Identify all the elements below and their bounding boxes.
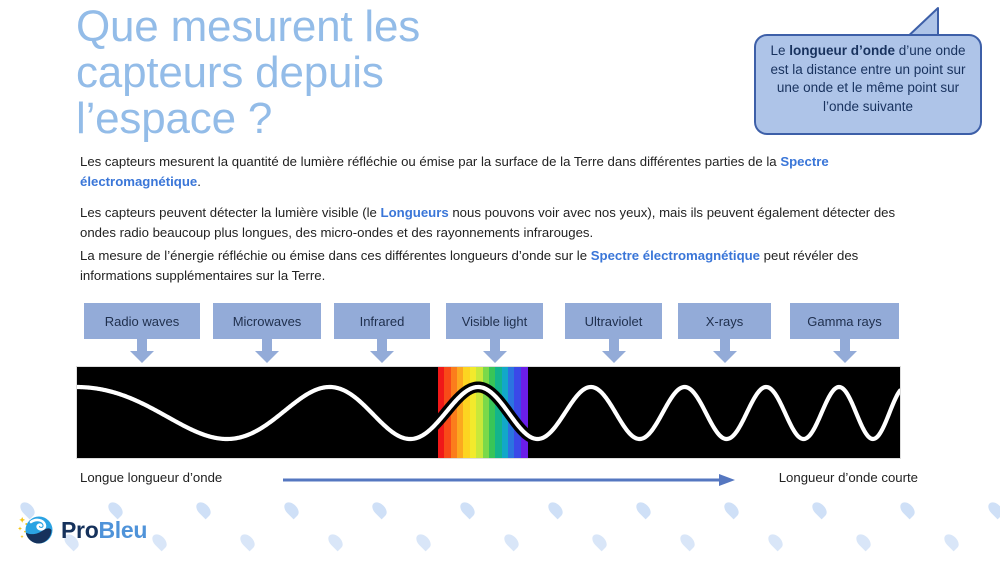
water-drop-icon xyxy=(809,499,830,520)
paragraph-1: Les capteurs mesurent la quantité de lum… xyxy=(80,152,900,191)
water-drop-icon xyxy=(149,531,170,552)
spectrum-label-gamma-rays[interactable]: Gamma rays xyxy=(790,303,899,339)
water-drop-icon xyxy=(765,531,786,552)
water-drop-icon xyxy=(589,531,610,552)
paragraph-3: La mesure de l’énergie réfléchie ou émis… xyxy=(80,246,900,285)
wavelength-wave-graphic xyxy=(77,381,900,444)
logo-text-pro: Pro xyxy=(61,516,99,543)
spectrum-label-infrared[interactable]: Infrared xyxy=(334,303,430,339)
footer: ProBleu xyxy=(0,497,1000,563)
probleu-logo-icon xyxy=(18,516,53,544)
spectrum-arrow-icon xyxy=(370,339,394,363)
water-drop-icon xyxy=(237,531,258,552)
caption-long-wavelength: Longue longueur d’onde xyxy=(80,470,223,485)
spectrum-arrow-icon xyxy=(255,339,279,363)
spectrum-panel xyxy=(77,367,900,458)
wavelength-direction-arrow-icon xyxy=(283,474,735,486)
spectrum-label-microwaves[interactable]: Microwaves xyxy=(213,303,321,339)
spectrum-arrow-icon xyxy=(601,339,626,363)
paragraph-2: Les capteurs peuvent détecter la lumière… xyxy=(80,203,900,242)
water-drop-icon xyxy=(413,531,434,552)
slide-root: Que mesurent les capteurs depuis l’espac… xyxy=(0,0,1000,563)
spectrum-arrow-icon xyxy=(482,339,507,363)
water-drop-icon xyxy=(677,531,698,552)
paragraph-text: . xyxy=(197,173,201,189)
water-drop-icon xyxy=(281,499,302,520)
speech-bubble-body: Le longueur d’onde d’une onde est la dis… xyxy=(754,34,982,135)
water-drop-icon xyxy=(369,499,390,520)
water-drop-icon xyxy=(721,499,742,520)
bubble-bold-term: longueur d’onde xyxy=(789,43,895,58)
water-drop-icon xyxy=(897,499,918,520)
paragraph-highlight: Spectre électromagnétique xyxy=(590,248,761,263)
spectrum-arrow-icon xyxy=(130,339,154,363)
water-drop-icon xyxy=(633,499,654,520)
water-drop-icon xyxy=(853,531,874,552)
bubble-lead: Le xyxy=(770,43,790,58)
water-drop-icon xyxy=(941,531,962,552)
paragraph-highlight: Longueurs xyxy=(380,205,449,220)
spectrum-label-row: Radio waves Microwaves Infrared Visible lig… xyxy=(0,303,1000,363)
page-title: Que mesurent les capteurs depuis l’espac… xyxy=(76,2,421,143)
water-drop-icon xyxy=(457,499,478,520)
probleu-logo[interactable]: ProBleu xyxy=(18,513,147,547)
spectrum-label-ultraviolet[interactable]: Ultraviolet xyxy=(565,303,662,339)
water-drop-icon xyxy=(193,499,214,520)
probleu-logo-text: ProBleu xyxy=(61,517,147,544)
caption-short-wavelength: Longueur d’onde courte xyxy=(778,470,918,485)
water-drop-icon xyxy=(501,531,522,552)
speech-bubble: Le longueur d’onde d’une onde est la dis… xyxy=(752,4,984,140)
spectrum-label-visible-light[interactable]: Visible light xyxy=(446,303,543,339)
water-drop-icon xyxy=(985,499,1000,520)
logo-text-bleu: Bleu xyxy=(98,516,148,543)
paragraph-text: Les capteurs mesurent la quantité de lum… xyxy=(80,154,781,169)
paragraph-text: La mesure de l’énergie réfléchie ou émis… xyxy=(80,248,591,263)
water-drop-icon xyxy=(545,499,566,520)
spectrum-label-x-rays[interactable]: X-rays xyxy=(678,303,771,339)
spectrum-arrow-icon xyxy=(712,339,737,363)
spectrum-arrow-icon xyxy=(832,339,857,363)
spectrum-label-radio-waves[interactable]: Radio waves xyxy=(84,303,200,339)
paragraph-text: Les capteurs peuvent détecter la lumière… xyxy=(80,205,381,220)
water-drop-icon xyxy=(325,531,346,552)
